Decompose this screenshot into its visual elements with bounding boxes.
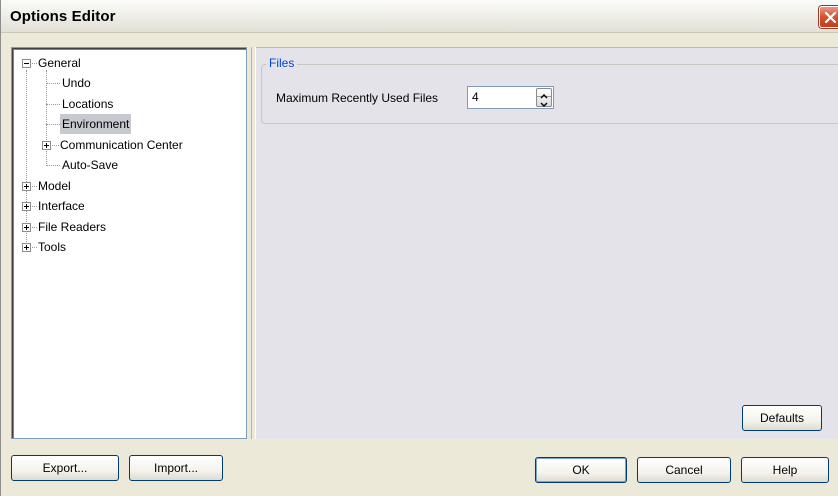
tree-label: Environment (60, 114, 132, 134)
mru-files-spinner[interactable]: 4 (467, 86, 554, 109)
tree-label: Tools (38, 240, 67, 254)
collapse-icon[interactable] (22, 59, 31, 68)
spinner-buttons[interactable] (536, 88, 552, 107)
tree-item-model[interactable]: Model (12, 176, 244, 196)
tree-item-tools[interactable]: Tools (12, 237, 244, 257)
ok-button[interactable]: OK (535, 457, 627, 483)
expand-icon[interactable] (22, 182, 31, 191)
tree-item-undo[interactable]: Undo (12, 73, 244, 93)
close-button[interactable] (819, 6, 838, 28)
options-content-panel: Files Maximum Recently Used Files 4 Defa… (256, 47, 838, 439)
defaults-button[interactable]: Defaults (742, 405, 822, 431)
tree-label: Auto-Save (62, 158, 119, 172)
spin-up-button[interactable] (537, 89, 551, 99)
tree-item-locations[interactable]: Locations (12, 94, 244, 114)
mru-files-label: Maximum Recently Used Files (276, 91, 439, 105)
tree-item-interface[interactable]: Interface (12, 196, 244, 216)
files-group-legend: Files (266, 56, 298, 70)
tree-item-environment[interactable]: Environment (12, 114, 244, 134)
tree-label: General (38, 56, 81, 70)
options-editor-window: Options Editor General Undo Locations En… (0, 0, 838, 496)
mru-files-value[interactable]: 4 (472, 90, 479, 104)
chevron-down-icon (540, 102, 548, 107)
tree-label: Locations (62, 97, 114, 111)
tree-item-auto-save[interactable]: Auto-Save (12, 155, 244, 175)
expand-icon[interactable] (22, 202, 31, 211)
title-bar[interactable]: Options Editor (1, 0, 838, 33)
window-title: Options Editor (10, 8, 116, 25)
tree-item-communication-center[interactable]: Communication Center (12, 135, 244, 155)
expand-icon[interactable] (42, 141, 51, 150)
tree-label: File Readers (38, 220, 107, 234)
tree-label: Communication Center (60, 138, 183, 152)
tree-label: Interface (38, 199, 85, 213)
expand-icon[interactable] (22, 243, 31, 252)
spin-down-button[interactable] (537, 98, 551, 107)
tree-label: Model (38, 179, 71, 193)
options-tree[interactable]: General Undo Locations Environment Commu… (11, 47, 247, 439)
import-button[interactable]: Import... (129, 455, 223, 481)
export-button[interactable]: Export... (11, 455, 119, 481)
cancel-button[interactable]: Cancel (637, 457, 731, 483)
tree-label: Undo (62, 76, 91, 90)
help-button[interactable]: Help (741, 457, 829, 483)
tree-item-general[interactable]: General (12, 53, 244, 73)
close-icon (824, 11, 837, 24)
expand-icon[interactable] (22, 223, 31, 232)
tree-item-file-readers[interactable]: File Readers (12, 217, 244, 237)
